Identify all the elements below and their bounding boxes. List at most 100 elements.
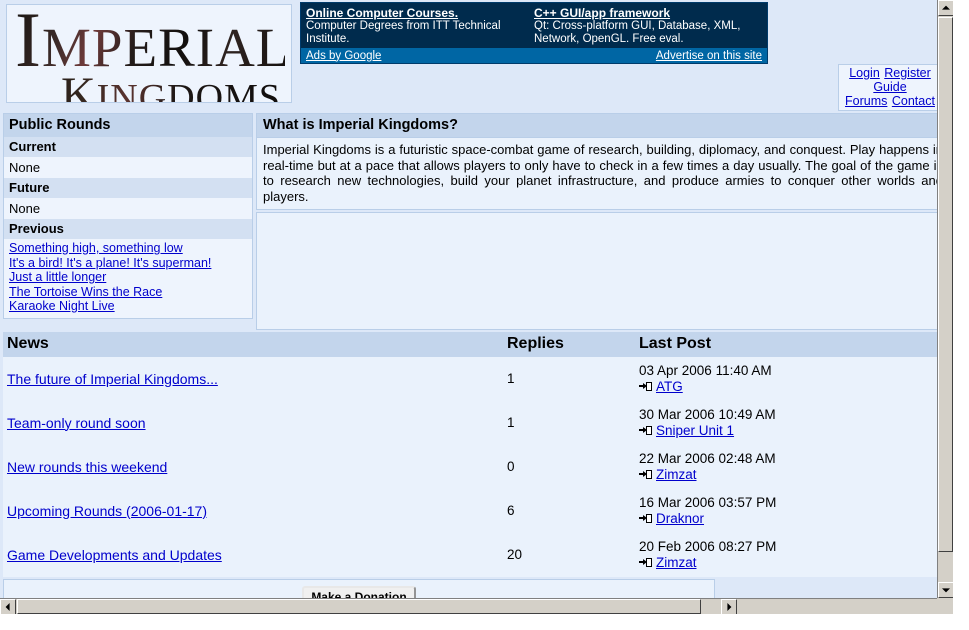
last-post-date: 22 Mar 2006 02:48 AM xyxy=(639,451,776,466)
last-post-author-link[interactable]: ATG xyxy=(656,379,683,394)
last-post-date: 20 Feb 2006 08:27 PM xyxy=(639,539,777,554)
previous-round-link[interactable]: Karaoke Night Live xyxy=(9,299,247,314)
guide-link[interactable]: Guide xyxy=(873,80,906,94)
ad-item: C++ GUI/app framework Qt: Cross-platform… xyxy=(534,6,762,45)
table-row: New rounds this weekend 0 22 Mar 2006 02… xyxy=(3,445,950,489)
table-row: The future of Imperial Kingdoms... 1 03 … xyxy=(3,357,950,401)
contact-link[interactable]: Contact xyxy=(892,94,935,108)
previous-round-link[interactable]: Something high, something low xyxy=(9,241,247,256)
vertical-scrollbar-thumb[interactable] xyxy=(938,17,953,552)
news-last-post-cell: 20 Feb 2006 08:27 PM Zimzat xyxy=(635,533,950,577)
last-post-author-row: Zimzat xyxy=(639,555,946,571)
news-last-post-cell: 22 Mar 2006 02:48 AM Zimzat xyxy=(635,445,950,489)
news-title-cell: Team-only round soon xyxy=(3,401,503,445)
donation-section: Make a Donation Support Imperial Kingdom… xyxy=(3,579,950,598)
scroll-right-button[interactable] xyxy=(721,599,737,614)
news-title-link[interactable]: Team-only round soon xyxy=(7,415,146,431)
sidebar-previous-rounds-list: Something high, something low It's a bir… xyxy=(4,239,252,318)
ad-title-link[interactable]: Online Computer Courses. xyxy=(306,6,528,20)
horizontal-scrollbar[interactable] xyxy=(0,598,953,614)
table-row: Team-only round soon 1 30 Mar 2006 10:49… xyxy=(3,401,950,445)
login-link[interactable]: Login xyxy=(849,66,880,80)
column-header-news: News xyxy=(3,332,503,357)
last-post-author-row: Sniper Unit 1 xyxy=(639,423,946,439)
logo-line-imperial: IMPERIAL xyxy=(15,4,291,83)
last-post-date: 16 Mar 2006 03:57 PM xyxy=(639,495,777,510)
ads-by-google-link[interactable]: Ads by Google xyxy=(306,50,381,62)
news-title-link[interactable]: New rounds this weekend xyxy=(7,459,167,475)
sidebar-value-future: None xyxy=(4,198,252,219)
sidebar-title: Public Rounds xyxy=(4,114,252,137)
sidebar-heading-previous: Previous xyxy=(4,219,252,239)
donation-panel: Make a Donation Support Imperial Kingdom… xyxy=(3,579,715,598)
news-replies-cell: 1 xyxy=(503,401,635,445)
intro-body-text: Imperial Kingdoms is a futuristic space-… xyxy=(256,137,950,210)
page-content: IMPERIAL KINGDOMS Online Computer Course… xyxy=(0,0,953,598)
previous-round-link[interactable]: The Tortoise Wins the Race xyxy=(9,285,247,300)
news-last-post-cell: 30 Mar 2006 10:49 AM Sniper Unit 1 xyxy=(635,401,950,445)
previous-round-link[interactable]: Just a little longer xyxy=(9,270,247,285)
advertise-on-this-site-link[interactable]: Advertise on this site xyxy=(656,50,762,62)
goto-post-icon[interactable] xyxy=(639,470,652,480)
site-logo[interactable]: IMPERIAL KINGDOMS xyxy=(6,4,292,103)
news-section: News Replies Last Post The future of Imp… xyxy=(3,332,950,577)
column-header-replies: Replies xyxy=(503,332,635,357)
last-post-author-link[interactable]: Zimzat xyxy=(656,555,697,570)
account-nav-box: Login Register Guide Forums Contact xyxy=(838,64,942,111)
sidebar-heading-current: Current xyxy=(4,137,252,157)
vertical-scrollbar[interactable] xyxy=(937,0,953,614)
last-post-author-link[interactable]: Zimzat xyxy=(656,467,697,482)
last-post-date: 30 Mar 2006 10:49 AM xyxy=(639,407,776,422)
news-title-link[interactable]: The future of Imperial Kingdoms... xyxy=(7,371,218,387)
last-post-author-row: Draknor xyxy=(639,511,946,527)
google-ad-banner: Online Computer Courses. Computer Degree… xyxy=(300,2,768,64)
news-title-link[interactable]: Upcoming Rounds (2006-01-17) xyxy=(7,503,207,519)
middle-section: Public Rounds Current None Future None P… xyxy=(0,113,953,332)
scrollbar-corner xyxy=(937,598,953,614)
table-row: Upcoming Rounds (2006-01-17) 6 16 Mar 20… xyxy=(3,489,950,533)
forums-link[interactable]: Forums xyxy=(845,94,887,108)
news-replies-cell: 0 xyxy=(503,445,635,489)
public-rounds-sidebar: Public Rounds Current None Future None P… xyxy=(3,113,253,319)
ad-footer-bar: Ads by Google Advertise on this site xyxy=(301,48,767,63)
news-table-header-row: News Replies Last Post xyxy=(3,332,950,357)
goto-post-icon[interactable] xyxy=(639,382,652,392)
make-a-donation-button[interactable]: Make a Donation xyxy=(302,586,416,598)
column-header-last-post: Last Post xyxy=(635,332,950,357)
goto-post-icon[interactable] xyxy=(639,514,652,524)
register-link[interactable]: Register xyxy=(884,66,931,80)
ad-item: Online Computer Courses. Computer Degree… xyxy=(306,6,534,45)
news-replies-cell: 20 xyxy=(503,533,635,577)
scroll-left-button[interactable] xyxy=(0,599,16,614)
last-post-author-row: Zimzat xyxy=(639,467,946,483)
news-replies-cell: 1 xyxy=(503,357,635,401)
scroll-up-button[interactable] xyxy=(938,0,953,16)
previous-round-link[interactable]: It's a bird! It's a plane! It's superman… xyxy=(9,256,247,271)
news-last-post-cell: 16 Mar 2006 03:57 PM Draknor xyxy=(635,489,950,533)
news-title-cell: Game Developments and Updates xyxy=(3,533,503,577)
news-replies-cell: 6 xyxy=(503,489,635,533)
news-title-link[interactable]: Game Developments and Updates xyxy=(7,547,222,563)
ad-title-link[interactable]: C++ GUI/app framework xyxy=(534,6,756,20)
last-post-author-link[interactable]: Sniper Unit 1 xyxy=(656,423,734,438)
news-title-cell: New rounds this weekend xyxy=(3,445,503,489)
scroll-down-button[interactable] xyxy=(938,582,953,598)
ad-columns: Online Computer Courses. Computer Degree… xyxy=(301,3,767,45)
news-table: News Replies Last Post The future of Imp… xyxy=(3,332,950,577)
site-header: IMPERIAL KINGDOMS Online Computer Course… xyxy=(0,0,953,113)
goto-post-icon[interactable] xyxy=(639,558,652,568)
last-post-author-row: ATG xyxy=(639,379,946,395)
last-post-date: 03 Apr 2006 11:40 AM xyxy=(639,363,772,378)
sidebar-heading-future: Future xyxy=(4,178,252,198)
last-post-author-link[interactable]: Draknor xyxy=(656,511,704,526)
table-row: Game Developments and Updates 20 20 Feb … xyxy=(3,533,950,577)
ad-description: Qt: Cross-platform GUI, Database, XML, N… xyxy=(534,20,741,45)
intro-heading: What is Imperial Kingdoms? xyxy=(256,113,950,137)
intro-panel: What is Imperial Kingdoms? Imperial King… xyxy=(256,113,950,330)
intro-empty-panel xyxy=(256,212,950,330)
news-last-post-cell: 03 Apr 2006 11:40 AM ATG xyxy=(635,357,950,401)
horizontal-scrollbar-thumb[interactable] xyxy=(17,599,701,614)
browser-viewport: IMPERIAL KINGDOMS Online Computer Course… xyxy=(0,0,953,614)
ad-description: Computer Degrees from ITT Technical Inst… xyxy=(306,20,501,45)
goto-post-icon[interactable] xyxy=(639,426,652,436)
